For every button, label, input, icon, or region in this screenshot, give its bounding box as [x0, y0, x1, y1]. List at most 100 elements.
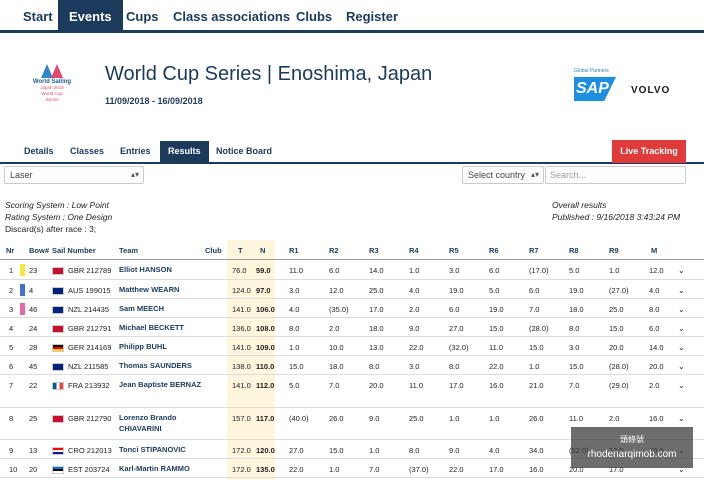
expand-chevron-icon[interactable]: ⌄ — [678, 305, 685, 314]
race-1-cell: 22.0 — [289, 465, 304, 474]
nav-clubs[interactable]: Clubs — [296, 0, 332, 33]
expand-chevron-icon[interactable]: ⌄ — [678, 414, 685, 423]
expand-chevron-icon[interactable]: ⌄ — [678, 343, 685, 352]
team-name-cell[interactable]: Jean Baptiste BERNAZ — [119, 379, 205, 390]
tab-results[interactable]: Results — [160, 141, 209, 162]
header-r9[interactable]: R9 — [609, 246, 619, 255]
race-8-cell: 5.0 — [569, 266, 580, 275]
header-total[interactable]: T — [238, 246, 243, 255]
expand-chevron-icon[interactable]: ⌄ — [678, 381, 685, 390]
header-nr[interactable]: Nr — [6, 246, 14, 255]
race-2-cell: 12.0 — [329, 286, 344, 295]
race-8-cell: 19.0 — [569, 286, 584, 295]
country-select[interactable]: Select country ▴▾ — [462, 166, 544, 184]
team-name-cell[interactable]: Michael BECKETT — [119, 322, 205, 333]
team-name-cell[interactable]: Sam MEECH — [119, 303, 205, 314]
table-row[interactable]: 4 24 GBR 212791 Michael BECKETT 136.0 108.0 8.… — [0, 318, 704, 337]
scoring-info: Scoring System : Low Point Rating System… — [5, 199, 112, 235]
team-name-cell[interactable]: Lorenzo Brando CHIAVARINI — [119, 412, 205, 434]
rank-color-swatch — [20, 264, 25, 276]
race-7-cell: 26.0 — [529, 414, 544, 423]
table-row[interactable]: 7 22 FRA 213932 Jean Baptiste BERNAZ 141.0 11… — [0, 375, 704, 408]
tab-details[interactable]: Details — [24, 141, 54, 162]
header-r8[interactable]: R8 — [569, 246, 579, 255]
header-r4[interactable]: R4 — [409, 246, 419, 255]
race-1-cell: 3.0 — [289, 286, 300, 295]
expand-chevron-icon[interactable]: ⌄ — [678, 324, 685, 333]
rank-cell: 7 — [9, 381, 14, 390]
header-bow[interactable]: Bow# — [29, 246, 49, 255]
table-row[interactable]: 5 28 GER 214169 Philipp BUHL 141.0 109.0 1.0 10… — [0, 337, 704, 356]
header-r2[interactable]: R2 — [329, 246, 339, 255]
team-name-cell[interactable]: Tonci STIPANOVIC — [119, 444, 205, 455]
tab-entries[interactable]: Entries — [120, 141, 151, 162]
nav-events[interactable]: Events — [58, 0, 123, 33]
nav-register[interactable]: Register — [346, 0, 398, 33]
class-select[interactable]: Laser ▴▾ — [4, 166, 144, 184]
race-1-cell: 11.0 — [289, 266, 304, 275]
expand-chevron-icon[interactable]: ⌄ — [678, 362, 685, 371]
nav-start[interactable]: Start — [23, 0, 53, 33]
medal-race-cell: 20.0 — [649, 362, 664, 371]
team-name-cell[interactable]: Elliot HANSON — [119, 264, 205, 275]
header-net[interactable]: N — [260, 246, 265, 255]
table-row[interactable]: 6 45 NZL 211585 Thomas SAUNDERS 138.0 110.0 15… — [0, 356, 704, 375]
table-row[interactable]: 2 4 AUS 199015 Matthew WEARN 124.0 97.0 3.0 12.… — [0, 280, 704, 299]
header-r6[interactable]: R6 — [489, 246, 499, 255]
nav-cups[interactable]: Cups — [126, 0, 159, 33]
table-row[interactable]: 1 23 GBR 212789 Elliot HANSON 76.0 59.0 11.0 6.… — [0, 260, 704, 280]
search-input[interactable] — [545, 166, 686, 184]
race-9-cell: (27.0) — [609, 286, 629, 295]
header-r1[interactable]: R1 — [289, 246, 299, 255]
header-club[interactable]: Club — [205, 246, 222, 255]
medal-race-cell: 14.0 — [649, 343, 664, 352]
header-r5[interactable]: R5 — [449, 246, 459, 255]
tab-classes[interactable]: Classes — [70, 141, 104, 162]
race-8-cell: 7.0 — [569, 381, 580, 390]
medal-race-cell: 12.0 — [649, 266, 664, 275]
sail-number-cell: AUS 199015 — [68, 286, 111, 295]
nzl-flag-icon — [52, 363, 64, 371]
header-m[interactable]: M — [651, 246, 657, 255]
team-name-cell[interactable]: Matthew WEARN — [119, 284, 205, 295]
nav-class-associations[interactable]: Class associations — [173, 0, 290, 33]
sail-number-cell: GBR 212791 — [68, 324, 112, 333]
race-8-cell: 15.0 — [569, 362, 584, 371]
team-name-cell[interactable]: Karl-Martin RAMMO — [119, 463, 205, 474]
header-r7[interactable]: R7 — [529, 246, 539, 255]
scoring-system: Scoring System : Low Point — [5, 200, 109, 210]
rank-color-swatch — [20, 284, 25, 296]
race-1-cell: 5.0 — [289, 381, 300, 390]
race-2-cell: 26.0 — [329, 414, 344, 423]
race-9-cell: (28.0) — [609, 362, 629, 371]
race-2-cell: 15.0 — [329, 446, 344, 455]
sail-icon — [39, 64, 65, 78]
expand-chevron-icon[interactable]: ⌄ — [678, 266, 685, 275]
event-title: World Cup Series | Enoshima, Japan — [105, 63, 433, 85]
race-6-cell: 5.0 — [489, 286, 500, 295]
table-row[interactable]: 3 46 NZL 214435 Sam MEECH 141.0 106.0 4.0 (35.0… — [0, 299, 704, 318]
race-5-cell: 9.0 — [449, 446, 460, 455]
race-4-cell: 11.0 — [409, 381, 424, 390]
tab-notice-board[interactable]: Notice Board — [216, 141, 272, 162]
live-tracking-button[interactable]: Live Tracking — [612, 140, 686, 163]
team-name-cell[interactable]: Thomas SAUNDERS — [119, 360, 205, 371]
rank-cell: 1 — [9, 266, 14, 275]
race-7-cell: 1.0 — [529, 362, 540, 371]
event-subtabs: Details Classes Entries Results Notice B… — [0, 141, 704, 164]
rank-cell: 8 — [9, 414, 14, 423]
race-9-cell: 1.0 — [609, 266, 620, 275]
race-3-cell: 9.0 — [369, 414, 380, 423]
header-sail-number[interactable]: Sail Number — [52, 246, 96, 255]
select-caret-icon: ▴▾ — [530, 170, 539, 179]
header-team[interactable]: Team — [119, 246, 138, 255]
race-7-cell: (28.0) — [529, 324, 549, 333]
race-7-cell: 21.0 — [529, 381, 544, 390]
medal-race-cell: 6.0 — [649, 324, 660, 333]
race-8-cell: 11.0 — [569, 414, 584, 423]
team-name-cell[interactable]: Philipp BUHL — [119, 341, 205, 352]
country-select-value: Select country — [468, 170, 526, 180]
expand-chevron-icon[interactable]: ⌄ — [678, 286, 685, 295]
header-r3[interactable]: R3 — [369, 246, 379, 255]
sail-number-cell: FRA 213932 — [68, 381, 110, 390]
